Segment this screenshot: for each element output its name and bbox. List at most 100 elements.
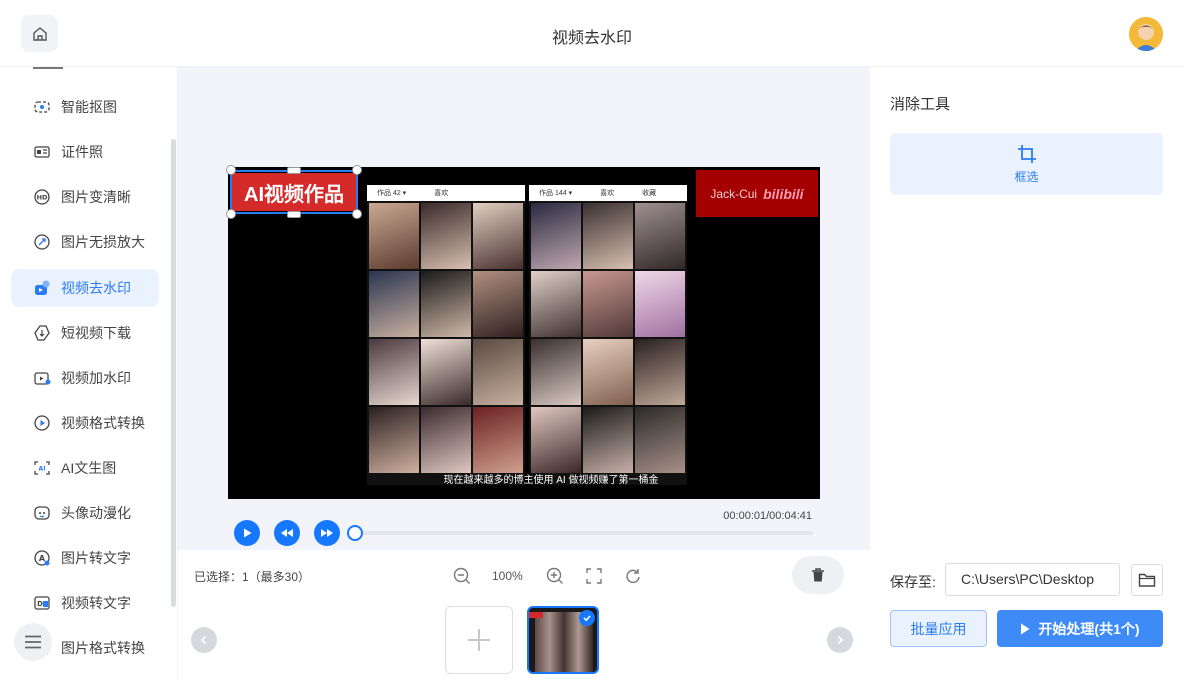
- phone-tab: 喜欢: [600, 190, 615, 197]
- sidebar-item-anime-avatar[interactable]: 头像动漫化: [11, 494, 159, 532]
- video-frame[interactable]: AI视频作品 Jack-Cui bilibili 作品 42 ▾ 喜欢 作品 1…: [228, 167, 820, 499]
- sidebar-item-enlarge[interactable]: 图片无损放大: [11, 223, 159, 261]
- selected-check[interactable]: [579, 610, 595, 626]
- phone-tab: 作品 42 ▾: [377, 190, 407, 197]
- sidebar-item-label: 证件照: [61, 144, 103, 160]
- video-convert-icon: [33, 414, 51, 432]
- chevron-left-icon: [200, 635, 207, 645]
- sidebar-item-label: 图片转文字: [61, 550, 131, 566]
- progress-knob[interactable]: [347, 525, 363, 541]
- watermark-right-name: Jack-Cui: [710, 186, 758, 201]
- video-to-text-icon: D: [33, 594, 51, 612]
- plus-icon: [468, 629, 490, 651]
- selection-count: 已选择：1（最多30）: [194, 570, 311, 584]
- photo-tile: [583, 407, 633, 473]
- resize-handle[interactable]: [226, 165, 236, 175]
- resize-handle[interactable]: [226, 209, 236, 219]
- sidebar-item-label: AI文生图: [61, 460, 117, 476]
- save-to-label: 保存至:: [890, 574, 936, 590]
- video-watermark-add-icon: [33, 369, 51, 387]
- photo-tile: [421, 271, 471, 337]
- avatar[interactable]: [1129, 17, 1163, 51]
- photo-tile: [635, 339, 685, 405]
- fast-forward-button[interactable]: [314, 520, 340, 546]
- crop-icon: [1017, 144, 1036, 163]
- phone-screen-right: 作品 144 ▾ 喜欢 收藏: [529, 185, 687, 485]
- video-subtitle: 现在越来越多的博主使用 AI 做视频赚了第一桶金: [443, 475, 659, 486]
- browse-folder-button[interactable]: [1131, 564, 1163, 596]
- photo-tile: [369, 271, 419, 337]
- enlarge-icon: [33, 233, 51, 251]
- prev-button[interactable]: [191, 627, 217, 653]
- sidebar-item-label: 智能抠图: [61, 99, 117, 115]
- zoom-level: 100%: [492, 569, 523, 583]
- progress-track[interactable]: [351, 531, 813, 535]
- next-button[interactable]: [827, 627, 853, 653]
- sidebar-scrollbar[interactable]: [171, 139, 176, 607]
- batch-apply-button[interactable]: 批量应用: [890, 610, 987, 647]
- photo-tile: [369, 339, 419, 405]
- sidebar-item-id-photo[interactable]: 证件照: [11, 133, 159, 171]
- zoom-in-icon: [546, 567, 563, 584]
- sidebar-item-label: 图片变清晰: [61, 189, 131, 205]
- video-thumbnail[interactable]: [527, 606, 599, 674]
- sidebar-item-image-to-text[interactable]: A 图片转文字: [11, 539, 159, 577]
- image-to-text-icon: A: [33, 549, 51, 567]
- rewind-button[interactable]: [274, 520, 300, 546]
- sidebar-item-ai-image[interactable]: AI AI文生图: [11, 449, 159, 487]
- svg-text:D: D: [37, 600, 43, 608]
- start-process-button[interactable]: 开始处理(共1个): [997, 610, 1163, 647]
- photo-tile: [421, 203, 471, 269]
- sidebar-item-hd[interactable]: HD 图片变清晰: [11, 178, 159, 216]
- photo-tile: [473, 203, 523, 269]
- photo-tile: [635, 407, 685, 473]
- photo-tile: [583, 271, 633, 337]
- phone-tab: 收藏: [642, 190, 657, 197]
- watermark-selection-box[interactable]: [230, 170, 358, 214]
- menu-button[interactable]: [14, 623, 52, 661]
- photo-tile: [583, 203, 633, 269]
- sidebar-item-label: 视频转文字: [61, 595, 131, 611]
- photo-tile: [473, 407, 523, 473]
- tool-panel: 消除工具 框选 保存至: C:\Users\PC\Desktop 批量应用 开始…: [870, 67, 1184, 681]
- resize-handle[interactable]: [287, 167, 301, 174]
- sidebar-item-download[interactable]: 短视频下载: [11, 314, 159, 352]
- box-select-label: 框选: [1014, 169, 1039, 184]
- sidebar-item-label: 图片无损放大: [61, 234, 145, 250]
- edit-toolbar: 已选择：1（最多30） 100%: [178, 550, 870, 600]
- save-path-field[interactable]: C:\Users\PC\Desktop: [945, 563, 1120, 596]
- svg-text:AI: AI: [39, 466, 46, 473]
- sidebar-item-label: 图片格式转换: [61, 640, 145, 656]
- add-video-button[interactable]: [445, 606, 513, 674]
- reset-button[interactable]: [623, 566, 643, 586]
- video-preview-area: AI视频作品 Jack-Cui bilibili 作品 42 ▾ 喜欢 作品 1…: [178, 67, 870, 550]
- resize-handle[interactable]: [287, 211, 301, 218]
- photo-tile: [531, 407, 581, 473]
- phone-tab: 作品 144 ▾: [539, 190, 573, 197]
- sidebar-item-cutout[interactable]: 智能抠图: [11, 88, 159, 126]
- watermark-right: Jack-Cui bilibili: [696, 170, 818, 217]
- photo-tile: [421, 407, 471, 473]
- sidebar-item-video-watermark-add[interactable]: 视频加水印: [11, 359, 159, 397]
- play-button[interactable]: [234, 520, 260, 546]
- download-icon: [33, 324, 51, 342]
- hamburger-icon: [25, 635, 41, 649]
- box-select-tool[interactable]: 框选: [890, 133, 1163, 195]
- zoom-in-button[interactable]: [545, 566, 565, 586]
- sidebar-item-video-convert[interactable]: 视频格式转换: [11, 404, 159, 442]
- fullscreen-icon: [586, 568, 602, 584]
- sidebar-item-video-to-text[interactable]: D 视频转文字: [11, 584, 159, 622]
- sidebar-item-label: 视频去水印: [61, 280, 131, 296]
- photo-tile: [635, 271, 685, 337]
- resize-handle[interactable]: [352, 209, 362, 219]
- fit-screen-button[interactable]: [584, 566, 604, 586]
- sidebar-item-label: 视频格式转换: [61, 415, 145, 431]
- zoom-out-button[interactable]: [452, 566, 472, 586]
- phone-tab: 喜欢: [434, 190, 449, 197]
- photo-grid: [529, 201, 687, 475]
- resize-handle[interactable]: [352, 165, 362, 175]
- delete-button[interactable]: [792, 556, 844, 594]
- svg-text:HD: HD: [37, 194, 48, 202]
- video-watermark-remove-icon: [33, 279, 51, 297]
- sidebar-item-video-watermark-remove[interactable]: 视频去水印: [11, 269, 159, 307]
